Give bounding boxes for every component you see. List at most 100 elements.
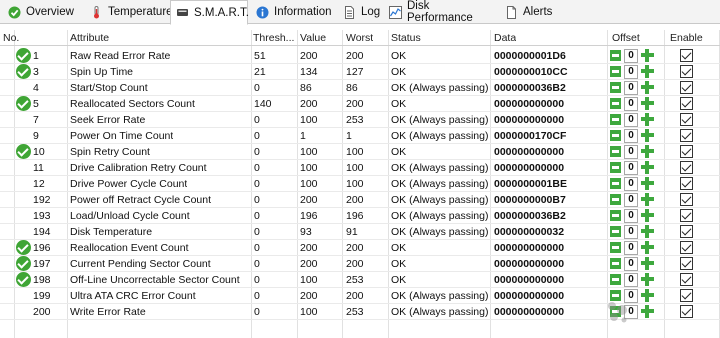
enable-checkbox[interactable]	[680, 145, 693, 158]
enable-checkbox[interactable]	[680, 113, 693, 126]
offset-increment-button[interactable]	[641, 241, 654, 254]
column-header-threshold[interactable]: Thresh...	[253, 30, 294, 46]
enable-checkbox[interactable]	[680, 177, 693, 190]
offset-value-field[interactable]: 0	[624, 113, 638, 127]
table-row[interactable]: 10 Spin Retry Count 0 100 100 OK 000000000000 0	[0, 144, 720, 160]
offset-value-field[interactable]: 0	[624, 273, 638, 287]
offset-decrement-button[interactable]	[610, 178, 621, 189]
enable-checkbox[interactable]	[680, 129, 693, 142]
offset-value-field[interactable]: 0	[624, 177, 638, 191]
offset-value-field[interactable]: 0	[624, 209, 638, 223]
cell-data: 000000000032	[494, 226, 565, 238]
enable-checkbox[interactable]	[680, 193, 693, 206]
column-header-attribute[interactable]: Attribute	[70, 30, 109, 46]
column-header-offset[interactable]: Offset	[612, 30, 640, 46]
enable-checkbox[interactable]	[680, 257, 693, 270]
offset-increment-button[interactable]	[641, 97, 654, 110]
table-row[interactable]: 1 Raw Read Error Rate 51 200 200 OK 0000000001…	[0, 48, 720, 64]
offset-increment-button[interactable]	[641, 145, 654, 158]
offset-value-field[interactable]: 0	[624, 81, 638, 95]
column-header-enable[interactable]: Enable	[670, 30, 703, 46]
offset-decrement-button[interactable]	[610, 258, 621, 269]
offset-increment-button[interactable]	[641, 113, 654, 126]
cell-value: 134	[300, 66, 318, 78]
offset-increment-button[interactable]	[641, 273, 654, 286]
table-row[interactable]: 3 Spin Up Time 21 134 127 OK 0000000010CC 0	[0, 64, 720, 80]
offset-increment-button[interactable]	[641, 65, 654, 78]
offset-increment-button[interactable]	[641, 129, 654, 142]
offset-decrement-button[interactable]	[610, 194, 621, 205]
tab-log[interactable]: Log	[337, 1, 381, 23]
cell-value: 93	[300, 226, 312, 238]
table-row[interactable]: 193 Load/Unload Cycle Count 0 196 196 OK (Alw…	[0, 208, 720, 224]
offset-value-field[interactable]: 0	[624, 49, 638, 63]
offset-increment-button[interactable]	[641, 193, 654, 206]
enable-checkbox[interactable]	[680, 273, 693, 286]
tab-smart[interactable]: S.M.A.R.T.	[170, 0, 249, 25]
column-header-no[interactable]: No.	[3, 30, 19, 46]
offset-decrement-button[interactable]	[610, 242, 621, 253]
table-row[interactable]: 196 Reallocation Event Count 0 200 200 OK 0000…	[0, 240, 720, 256]
column-header-worst[interactable]: Worst	[346, 30, 373, 46]
cell-value: 1	[300, 130, 306, 142]
offset-increment-button[interactable]	[641, 177, 654, 190]
column-header-status[interactable]: Status	[391, 30, 421, 46]
offset-decrement-button[interactable]	[610, 50, 621, 61]
offset-decrement-button[interactable]	[610, 66, 621, 77]
offset-decrement-button[interactable]	[610, 274, 621, 285]
enable-checkbox[interactable]	[680, 225, 693, 238]
enable-checkbox[interactable]	[680, 81, 693, 94]
offset-decrement-button[interactable]	[610, 226, 621, 237]
table-row[interactable]: 11 Drive Calibration Retry Count 0 100 100 OK…	[0, 160, 720, 176]
offset-value-field[interactable]: 0	[624, 129, 638, 143]
tab-temperature[interactable]: Temperature	[84, 1, 173, 23]
enable-checkbox[interactable]	[680, 49, 693, 62]
table-row[interactable]: 5 Reallocated Sectors Count 140 200 200 OK 000…	[0, 96, 720, 112]
table-row[interactable]: 194 Disk Temperature 0 93 91 OK (Always passi…	[0, 224, 720, 240]
offset-value-field[interactable]: 0	[624, 145, 638, 159]
cell-worst: 200	[346, 50, 364, 62]
offset-decrement-button[interactable]	[610, 82, 621, 93]
tab-label: Alerts	[523, 6, 553, 18]
enable-checkbox[interactable]	[680, 65, 693, 78]
offset-value-field[interactable]: 0	[624, 97, 638, 111]
column-header-data[interactable]: Data	[494, 30, 516, 46]
tab-disk-performance[interactable]: Disk Performance	[383, 0, 497, 24]
offset-increment-button[interactable]	[641, 49, 654, 62]
enable-checkbox[interactable]	[680, 241, 693, 254]
tab-overview[interactable]: Overview	[2, 1, 82, 23]
enable-checkbox[interactable]	[680, 161, 693, 174]
offset-decrement-button[interactable]	[610, 146, 621, 157]
table-row[interactable]: 7 Seek Error Rate 0 100 253 OK (Always passin…	[0, 112, 720, 128]
offset-decrement-button[interactable]	[610, 98, 621, 109]
offset-value-field[interactable]: 0	[624, 65, 638, 79]
tab-alerts[interactable]: Alerts	[499, 1, 555, 23]
column-header-value[interactable]: Value	[300, 30, 326, 46]
cell-threshold: 140	[254, 98, 272, 110]
tab-information[interactable]: Information	[250, 1, 334, 23]
offset-value-field[interactable]: 0	[624, 193, 638, 207]
offset-increment-button[interactable]	[641, 257, 654, 270]
offset-decrement-button[interactable]	[610, 210, 621, 221]
table-row[interactable]: 192 Power off Retract Cycle Count 0 200 200 O…	[0, 192, 720, 208]
cell-worst: 253	[346, 274, 364, 286]
offset-decrement-button[interactable]	[610, 114, 621, 125]
offset-decrement-button[interactable]	[610, 162, 621, 173]
offset-value-field[interactable]: 0	[624, 241, 638, 255]
table-row[interactable]: 197 Current Pending Sector Count 0 200 200 OK…	[0, 256, 720, 272]
table-row[interactable]: 198 Off-Line Uncorrectable Sector Count 0 1…	[0, 272, 720, 288]
table-row[interactable]: 12 Drive Power Cycle Count 0 100 100 OK (Alwa…	[0, 176, 720, 192]
offset-increment-button[interactable]	[641, 81, 654, 94]
enable-checkbox[interactable]	[680, 97, 693, 110]
offset-increment-button[interactable]	[641, 161, 654, 174]
offset-increment-button[interactable]	[641, 209, 654, 222]
offset-value-field[interactable]: 0	[624, 225, 638, 239]
offset-increment-button[interactable]	[641, 225, 654, 238]
table-row[interactable]: 4 Start/Stop Count 0 86 86 OK (Always passing…	[0, 80, 720, 96]
offset-value-field[interactable]: 0	[624, 257, 638, 271]
offset-value-field[interactable]: 0	[624, 161, 638, 175]
offset-decrement-button[interactable]	[610, 130, 621, 141]
enable-checkbox[interactable]	[680, 209, 693, 222]
cell-no: 11	[33, 162, 44, 174]
table-row[interactable]: 9 Power On Time Count 0 1 1 OK (Always passin…	[0, 128, 720, 144]
